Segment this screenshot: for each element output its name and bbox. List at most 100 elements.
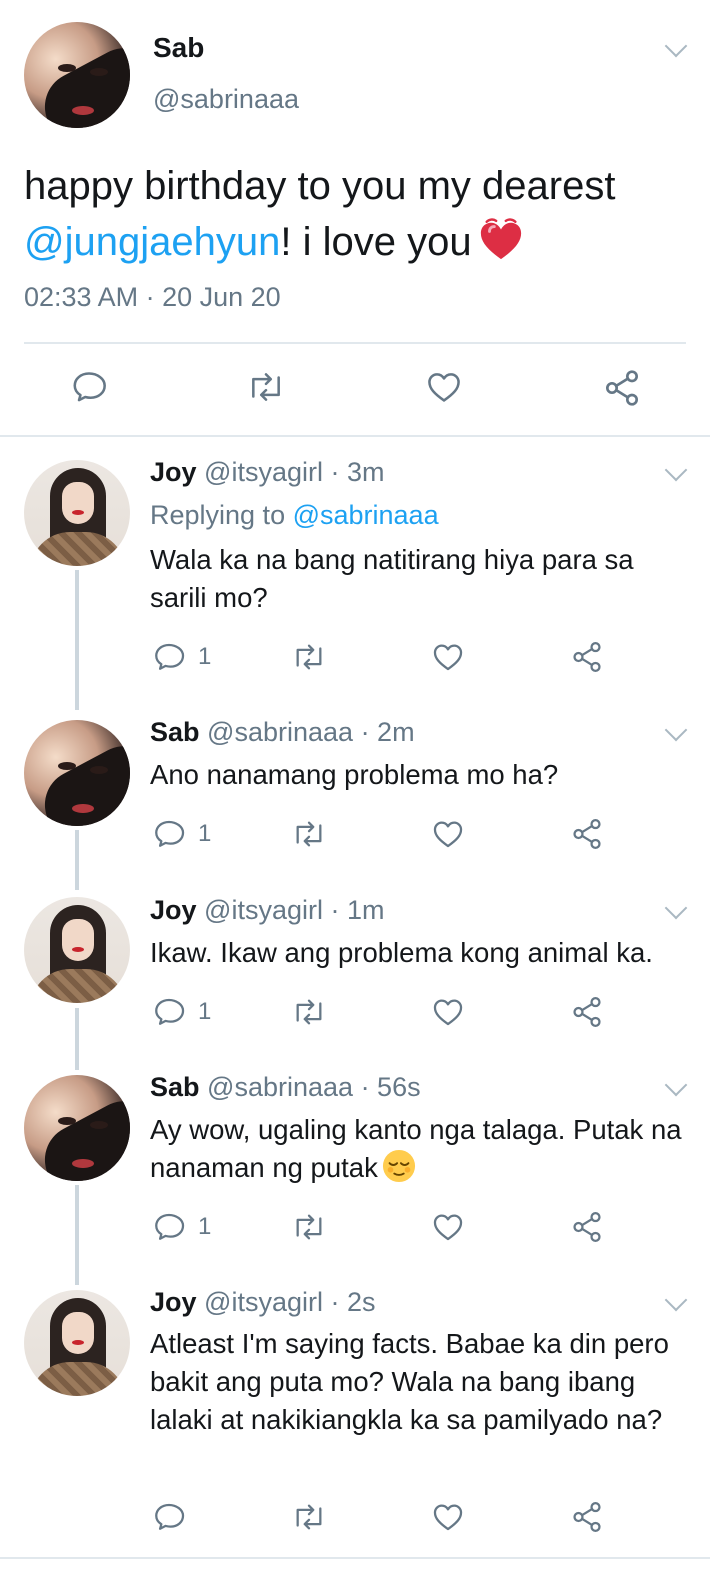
share-button[interactable] <box>570 817 604 851</box>
thread-line <box>75 1008 79 1070</box>
share-icon <box>573 641 601 673</box>
divider <box>24 342 686 344</box>
share-icon <box>573 1211 601 1243</box>
reply-icon <box>155 643 185 670</box>
author-name[interactable]: Joy <box>150 895 197 925</box>
reply-icon <box>73 372 106 402</box>
avatar[interactable] <box>24 460 130 566</box>
reply-text: Ikaw. Ikaw ang problema kong animal ka. <box>150 937 653 968</box>
reply-time: · 2m <box>360 717 415 747</box>
reply-count: 1 <box>198 998 212 1025</box>
like-icon <box>433 821 463 848</box>
reply-time: · 1m <box>330 895 385 925</box>
author-name[interactable]: Sab <box>153 32 204 64</box>
reply-header: Sab @sabrinaaa · 2m <box>150 717 415 748</box>
retweet-icon <box>296 1504 322 1530</box>
retweet-button[interactable] <box>290 995 328 1029</box>
like-button[interactable] <box>430 640 466 674</box>
reply-time: · 3m <box>330 457 385 487</box>
author-name[interactable]: Sab <box>150 717 200 747</box>
thread-line <box>75 570 79 710</box>
reply-header: Sab @sabrinaaa · 56s <box>150 1072 421 1103</box>
retweet-button[interactable] <box>290 1210 328 1244</box>
like-icon <box>428 373 460 402</box>
retweet-icon <box>296 1214 322 1240</box>
reply-icon <box>155 1503 185 1530</box>
avatar[interactable] <box>24 1075 130 1181</box>
divider <box>0 435 710 437</box>
author-name[interactable]: Joy <box>150 457 197 487</box>
share-button[interactable] <box>570 995 604 1029</box>
chevron-down-icon[interactable] <box>664 1073 688 1097</box>
reply-button[interactable] <box>152 1500 186 1534</box>
retweet-button[interactable] <box>290 1500 328 1534</box>
retweet-button[interactable] <box>290 817 328 851</box>
retweet-icon <box>296 644 322 670</box>
like-button[interactable] <box>430 1210 466 1244</box>
replying-to-label: Replying to <box>150 500 293 530</box>
retweet-button[interactable] <box>245 368 287 406</box>
reply-icon <box>155 1213 185 1240</box>
like-icon <box>433 1214 463 1241</box>
author-name[interactable]: Joy <box>150 1287 197 1317</box>
share-button[interactable] <box>602 368 642 408</box>
author-handle[interactable]: @sabrinaaa <box>207 717 353 747</box>
share-button[interactable] <box>570 1500 604 1534</box>
like-button[interactable] <box>430 1500 466 1534</box>
author-handle[interactable]: @sabrinaaa <box>207 1072 353 1102</box>
relieved-face-emoji-icon <box>382 1149 415 1183</box>
share-icon <box>573 818 601 850</box>
tweet-text: happy birthday to you my dearest @jungja… <box>24 158 704 270</box>
author-handle[interactable]: @sabrinaaa <box>153 84 299 115</box>
retweet-button[interactable] <box>290 640 328 674</box>
share-icon <box>606 370 638 406</box>
reply-header: Joy @itsyagirl · 2s <box>150 1287 376 1318</box>
reply-icon <box>155 820 185 847</box>
share-button[interactable] <box>570 1210 604 1244</box>
chevron-down-icon[interactable] <box>664 458 688 482</box>
tweet-text-part: ! i love you <box>280 220 472 264</box>
mention-link[interactable]: @sabrinaaa <box>293 500 439 530</box>
author-name[interactable]: Sab <box>150 1072 200 1102</box>
reply-count: 1 <box>198 643 212 670</box>
main-tweet: Sab @sabrinaaa happy birthday to you my … <box>0 0 720 436</box>
like-button[interactable] <box>430 995 466 1029</box>
like-button[interactable] <box>430 817 466 851</box>
replying-to: Replying to @sabrinaaa <box>150 500 439 531</box>
reply-text: Atleast I'm saying facts. Babae ka din p… <box>150 1328 669 1435</box>
author-handle[interactable]: @itsyagirl <box>204 1287 323 1317</box>
retweet-icon <box>296 821 322 847</box>
retweet-icon <box>252 373 280 401</box>
chevron-down-icon[interactable] <box>664 34 688 58</box>
share-button[interactable] <box>570 640 604 674</box>
author-handle[interactable]: @itsyagirl <box>204 895 323 925</box>
reply-button[interactable]: 1 <box>152 995 211 1029</box>
reply-button[interactable]: 1 <box>152 1210 211 1244</box>
reply-button[interactable]: 1 <box>152 817 211 851</box>
share-icon <box>573 1501 601 1533</box>
mention-link[interactable]: @jungjaehyun <box>24 220 280 264</box>
like-button[interactable] <box>424 368 464 406</box>
reply-text: Ano nanamang problema mo ha? <box>150 759 559 790</box>
revolving-heart-emoji-icon <box>480 218 521 260</box>
chevron-down-icon[interactable] <box>664 896 688 920</box>
like-icon <box>433 644 463 671</box>
reply-text: Ay wow, ugaling kanto nga talaga. Putak … <box>150 1111 695 1187</box>
reply-header: Joy @itsyagirl · 3m <box>150 457 385 488</box>
reply-time: · 56s <box>360 1072 421 1102</box>
reply-button[interactable] <box>70 368 108 406</box>
like-icon <box>433 999 463 1026</box>
reply-button[interactable]: 1 <box>152 640 211 674</box>
tweet-timestamp[interactable]: 02:33 AM · 20 Jun 20 <box>24 282 281 313</box>
avatar[interactable] <box>24 897 130 1003</box>
reply-text: Wala ka na bang natitirang hiya para sa … <box>150 544 634 613</box>
avatar[interactable] <box>24 720 130 826</box>
reply-icon <box>155 998 185 1025</box>
avatar[interactable] <box>24 1290 130 1396</box>
chevron-down-icon[interactable] <box>664 718 688 742</box>
reply-time: · 2s <box>330 1287 376 1317</box>
chevron-down-icon[interactable] <box>664 1288 688 1312</box>
author-handle[interactable]: @itsyagirl <box>204 457 323 487</box>
share-icon <box>573 996 601 1028</box>
avatar[interactable] <box>24 22 130 128</box>
